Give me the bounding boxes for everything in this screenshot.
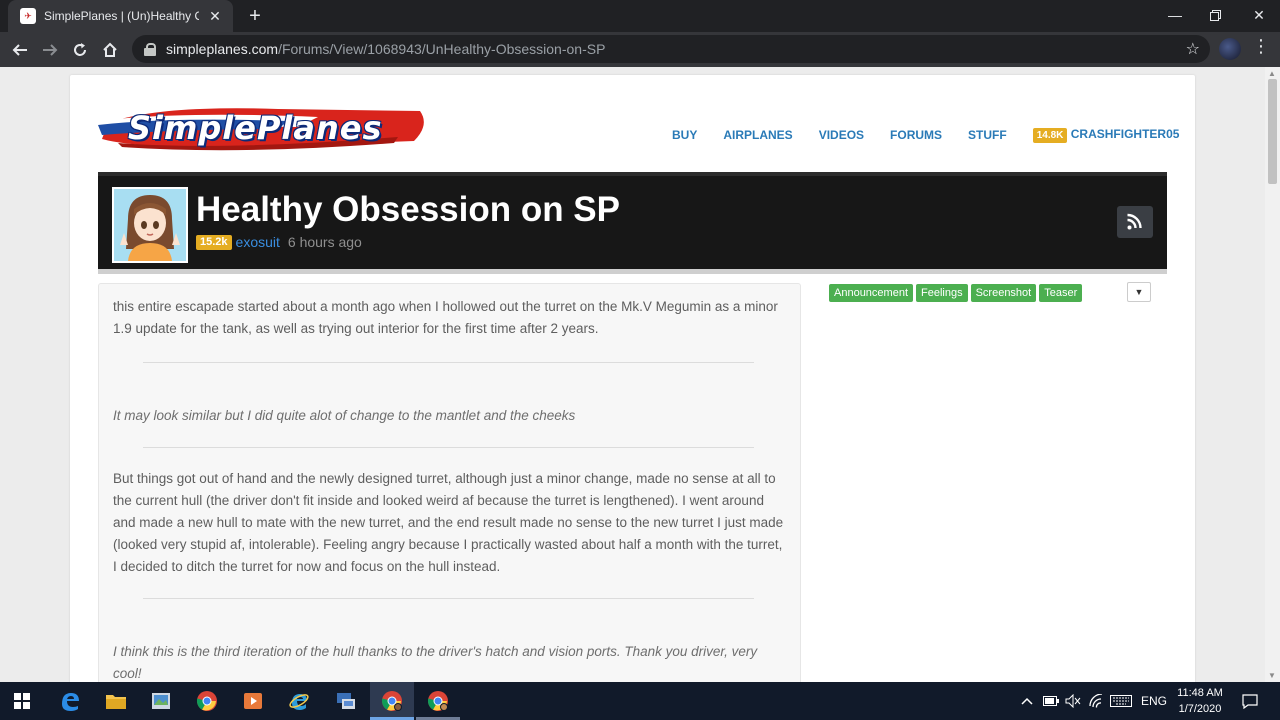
- author-link[interactable]: exosuit: [236, 234, 280, 250]
- nav-airplanes[interactable]: AIRPLANES: [723, 128, 792, 142]
- notifications-icon[interactable]: [1242, 682, 1258, 720]
- post-paragraph: this entire escapade started about a mon…: [113, 299, 778, 336]
- nav-forums[interactable]: FORUMS: [890, 128, 942, 142]
- site-favicon-icon: ✈: [20, 8, 36, 24]
- page-scrollbar[interactable]: ▲ ▼: [1265, 67, 1280, 682]
- volume-muted-icon[interactable]: [1065, 682, 1081, 720]
- chrome-active-icon[interactable]: [379, 688, 405, 714]
- keyboard-icon[interactable]: [1110, 682, 1132, 720]
- new-tab-icon[interactable]: +: [244, 4, 266, 28]
- scroll-up-icon[interactable]: ▲: [1268, 69, 1276, 78]
- content-divider: [143, 598, 754, 599]
- media-player-icon[interactable]: [240, 688, 266, 714]
- tag-screenshot[interactable]: Screenshot: [970, 284, 1037, 302]
- taskbar-clock[interactable]: 11:48 AM 1/7/2020: [1172, 685, 1228, 717]
- post-body: this entire escapade started about a mon…: [98, 283, 801, 682]
- lock-icon: [144, 43, 156, 56]
- username-link: CRASHFIGHTER05: [1070, 127, 1180, 141]
- tag-teaser[interactable]: Teaser: [1039, 284, 1083, 302]
- page-container: SimplePlanes BUY AIRPLANES VIDEOS FORUMS…: [70, 75, 1195, 682]
- edge-icon[interactable]: [57, 688, 83, 714]
- user-points-badge: 14.8K: [1032, 128, 1068, 143]
- windows-start-icon[interactable]: [9, 688, 35, 714]
- logo-text: SimplePlanes: [128, 109, 383, 147]
- tab-close-icon[interactable]: ✕: [205, 8, 225, 25]
- scroll-down-icon[interactable]: ▼: [1268, 671, 1276, 680]
- chrome-profile-icon[interactable]: [425, 688, 451, 714]
- post-meta: 15.2k exosuit 6 hours ago: [196, 234, 362, 250]
- image-caption: I think this is the third iteration of t…: [113, 644, 758, 681]
- battery-icon[interactable]: [1043, 682, 1059, 720]
- post-options-dropdown[interactable]: ▼: [1127, 282, 1151, 302]
- bookmark-star-icon[interactable]: ☆: [1186, 39, 1200, 59]
- profile-avatar[interactable]: [1219, 38, 1241, 60]
- photos-icon[interactable]: [148, 688, 174, 714]
- clock-time: 11:48 AM: [1177, 687, 1223, 699]
- home-icon[interactable]: [96, 36, 124, 64]
- forward-icon[interactable]: [36, 36, 64, 64]
- tab-title: SimplePlanes | (Un)Healthy Obsession on …: [44, 9, 199, 23]
- nav-stuff[interactable]: STUFF: [968, 128, 1007, 142]
- chrome-icon[interactable]: [194, 688, 220, 714]
- page-viewport: SimplePlanes BUY AIRPLANES VIDEOS FORUMS…: [0, 67, 1265, 682]
- nav-user-menu[interactable]: 14.8K CRASHFIGHTER05: [1032, 127, 1180, 143]
- content-divider: [143, 447, 754, 448]
- scrollbar-thumb[interactable]: [1268, 79, 1277, 184]
- url-host: simpleplanes.com: [166, 41, 279, 57]
- tag-feelings[interactable]: Feelings: [916, 284, 968, 302]
- browser-tabstrip: ✈ SimplePlanes | (Un)Healthy Obsession o…: [0, 0, 1280, 32]
- browser-toolbar: simpleplanes.com/Forums/View/1068943/UnH…: [0, 32, 1280, 67]
- browser-tab[interactable]: ✈ SimplePlanes | (Un)Healthy Obsession o…: [8, 0, 233, 32]
- post-time: 6 hours ago: [287, 234, 362, 250]
- language-indicator[interactable]: ENG: [1141, 682, 1167, 720]
- network-tool-icon[interactable]: [333, 688, 359, 714]
- address-bar[interactable]: simpleplanes.com/Forums/View/1068943/UnH…: [132, 35, 1210, 63]
- menu-kebab-icon[interactable]: ⋮: [1252, 36, 1270, 57]
- url-path: /Forums/View/1068943/UnHealthy-Obsession…: [278, 41, 606, 57]
- content-divider: [143, 362, 754, 363]
- post-paragraph: But things got out of hand and the newly…: [113, 471, 784, 574]
- rss-button[interactable]: [1117, 206, 1153, 238]
- clock-date: 1/7/2020: [1178, 703, 1222, 715]
- file-explorer-icon[interactable]: [103, 688, 129, 714]
- tag-announcement[interactable]: Announcement: [829, 284, 913, 302]
- nav-videos[interactable]: VIDEOS: [819, 128, 864, 142]
- reload-icon[interactable]: [66, 36, 94, 64]
- author-points-badge: 15.2k: [196, 234, 232, 250]
- main-nav: BUY AIRPLANES VIDEOS FORUMS STUFF 14.8K …: [672, 126, 1179, 144]
- restore-icon[interactable]: [1192, 0, 1238, 30]
- rss-icon: [1127, 213, 1142, 230]
- post-header: Healthy Obsession on SP 15.2k exosuit 6 …: [98, 172, 1167, 274]
- nav-buy[interactable]: BUY: [672, 128, 697, 142]
- post-tags: Announcement Feelings Screenshot Teaser: [829, 284, 1085, 302]
- wifi-icon[interactable]: [1088, 682, 1104, 720]
- caret-down-icon: ▼: [1134, 287, 1144, 297]
- post-title: Healthy Obsession on SP: [196, 190, 620, 229]
- tray-chevron-icon[interactable]: [1021, 682, 1033, 720]
- internet-explorer-icon[interactable]: [286, 688, 312, 714]
- taskbar: ENG 11:48 AM 1/7/2020: [0, 682, 1280, 720]
- image-caption: It may look similar but I did quite alot…: [113, 408, 576, 423]
- close-window-icon[interactable]: ✕: [1236, 0, 1280, 30]
- back-icon[interactable]: [6, 36, 34, 64]
- author-avatar[interactable]: [112, 187, 188, 263]
- site-logo[interactable]: SimplePlanes: [98, 103, 426, 153]
